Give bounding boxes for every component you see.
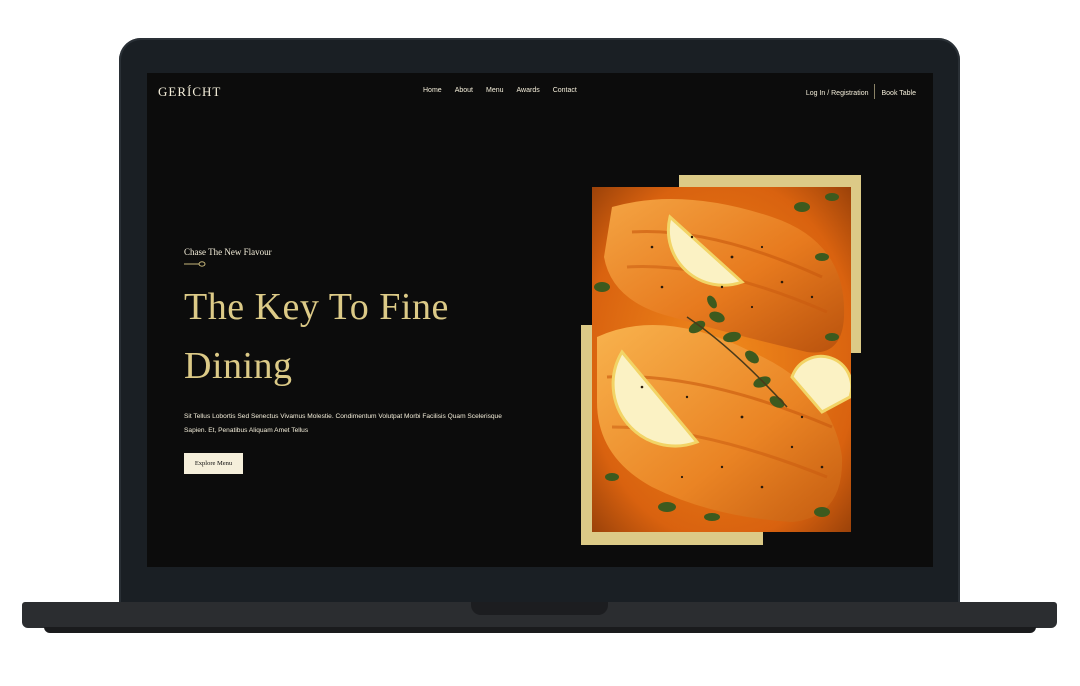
laptop-mockup: GERÍCHT Home About Menu Awards Contact L… [0, 0, 1080, 686]
login-link[interactable]: Log In / Registration [806, 90, 869, 97]
nav-link-home[interactable]: Home [423, 87, 442, 94]
book-table-link[interactable]: Book Table [881, 90, 916, 97]
nav-links: Home About Menu Awards Contact [423, 87, 577, 94]
salmon-dish-image [592, 187, 851, 532]
hero-subtitle: Chase The New Flavour [184, 247, 272, 257]
hero-description: Sit Tellus Lobortis Sed Senectus Vivamus… [184, 413, 502, 434]
nav-link-about[interactable]: About [455, 87, 473, 94]
hero-title: The Key To Fine Dining [184, 286, 449, 387]
website-screen: GERÍCHT Home About Menu Awards Contact L… [147, 73, 933, 567]
spoon-icon [184, 261, 206, 267]
navbar: GERÍCHT Home About Menu Awards Contact L… [147, 73, 933, 111]
nav-link-awards[interactable]: Awards [517, 87, 540, 94]
site-logo[interactable]: GERÍCHT [158, 84, 221, 100]
explore-menu-button[interactable]: Explore Menu [184, 453, 243, 474]
laptop-notch [471, 602, 608, 615]
nav-link-contact[interactable]: Contact [553, 87, 577, 94]
nav-actions: Log In / Registration Book Table [806, 84, 916, 99]
nav-divider [874, 84, 876, 99]
laptop-base-edge [44, 627, 1036, 633]
nav-link-menu[interactable]: Menu [486, 87, 504, 94]
